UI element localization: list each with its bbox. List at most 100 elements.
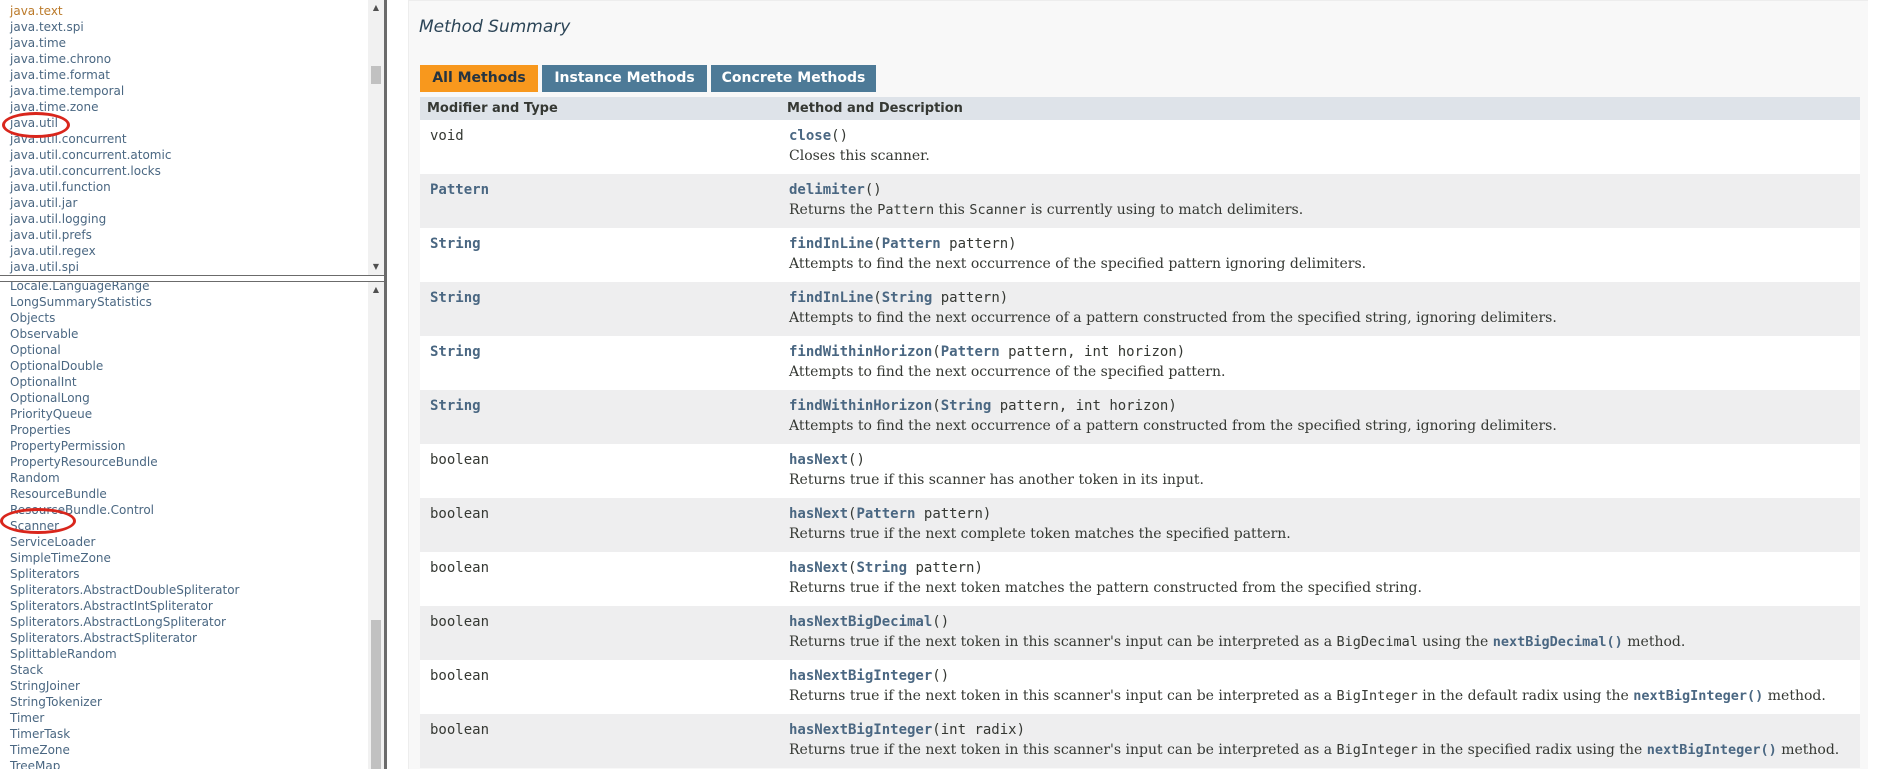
class-link[interactable]: ServiceLoader xyxy=(10,534,239,550)
class-link[interactable]: PropertyPermission xyxy=(10,438,239,454)
class-link[interactable]: OptionalInt xyxy=(10,374,239,390)
tab-instance-methods[interactable]: Instance Methods xyxy=(542,65,707,92)
package-link[interactable]: java.time xyxy=(10,35,171,51)
param-type-link[interactable]: String xyxy=(941,398,992,414)
scroll-up-arrow-icon[interactable]: ▲ xyxy=(368,0,384,16)
param-type-link[interactable]: String xyxy=(856,560,907,576)
package-link[interactable]: java.text.spi xyxy=(10,19,171,35)
class-link[interactable]: OptionalDouble xyxy=(10,358,239,374)
class-link[interactable]: OptionalLong xyxy=(10,390,239,406)
class-link[interactable]: Spliterators xyxy=(10,566,239,582)
method-signature: findInLine(Pattern pattern) xyxy=(789,236,1860,252)
method-name-link[interactable]: findInLine xyxy=(789,236,873,252)
description-text: Closes this scanner. xyxy=(789,148,930,164)
class-link[interactable]: Spliterators.AbstractDoubleSpliterator xyxy=(10,582,239,598)
tab-concrete-methods[interactable]: Concrete Methods xyxy=(711,65,876,92)
package-link[interactable]: java.util.concurrent xyxy=(10,131,171,147)
method-name-link[interactable]: delimiter xyxy=(789,182,865,198)
method-name-link[interactable]: findInLine xyxy=(789,290,873,306)
return-type-link[interactable]: String xyxy=(430,236,780,252)
method-reference-link[interactable]: nextBigInteger() xyxy=(1647,742,1777,758)
class-link[interactable]: ResourceBundle.Control xyxy=(10,502,239,518)
scroll-up-arrow-icon[interactable]: ▲ xyxy=(368,282,384,298)
return-type-link[interactable]: String xyxy=(430,344,780,360)
method-name-link[interactable]: close xyxy=(789,128,831,144)
method-name-link[interactable]: findWithinHorizon xyxy=(789,398,932,414)
class-link[interactable]: SimpleTimeZone xyxy=(10,550,239,566)
class-link[interactable]: Spliterators.AbstractSpliterator xyxy=(10,630,239,646)
main-scrollbar[interactable] xyxy=(1868,0,1877,769)
method-name-link[interactable]: hasNextBigInteger xyxy=(789,668,932,684)
class-link[interactable]: Scanner xyxy=(10,518,239,534)
package-list-scrollbar[interactable]: ▲ ▼ xyxy=(368,0,384,275)
class-link[interactable]: Objects xyxy=(10,310,239,326)
class-link[interactable]: Spliterators.AbstractIntSpliterator xyxy=(10,598,239,614)
package-link[interactable]: java.util.concurrent.atomic xyxy=(10,147,171,163)
class-link[interactable]: Timer xyxy=(10,710,239,726)
param-type-link[interactable]: Pattern xyxy=(941,344,1000,360)
frame-divider[interactable] xyxy=(0,275,384,282)
class-list-scrollbar[interactable]: ▲ xyxy=(368,282,384,769)
method-name-link[interactable]: hasNext xyxy=(789,452,848,468)
package-link[interactable]: java.util xyxy=(10,115,171,131)
class-link[interactable]: Optional xyxy=(10,342,239,358)
package-link[interactable]: java.util.prefs xyxy=(10,227,171,243)
class-link[interactable]: Random xyxy=(10,470,239,486)
class-link[interactable]: SplittableRandom xyxy=(10,646,239,662)
tab-all-methods[interactable]: All Methods xyxy=(420,65,538,92)
class-link[interactable]: LongSummaryStatistics xyxy=(10,294,239,310)
scrollbar-thumb[interactable] xyxy=(371,66,381,84)
class-link[interactable]: PropertyResourceBundle xyxy=(10,454,239,470)
method-name-link[interactable]: hasNextBigInteger xyxy=(789,722,932,738)
package-link[interactable]: java.util.function xyxy=(10,179,171,195)
scrollbar-thumb[interactable] xyxy=(371,620,381,769)
class-link[interactable]: ResourceBundle xyxy=(10,486,239,502)
description-text: Attempts to find the next occurrence of … xyxy=(789,364,1226,380)
method-signature: hasNextBigDecimal() xyxy=(789,614,1860,630)
package-link[interactable]: java.util.concurrent.locks xyxy=(10,163,171,179)
package-link[interactable]: java.util.jar xyxy=(10,195,171,211)
param-type-link[interactable]: String xyxy=(882,290,933,306)
method-summary-title: Method Summary xyxy=(419,17,571,37)
method-description: Returns the Pattern this Scanner is curr… xyxy=(789,202,1860,218)
method-reference-link[interactable]: nextBigDecimal() xyxy=(1493,634,1623,650)
param-type-link[interactable]: Pattern xyxy=(882,236,941,252)
class-link[interactable]: Locale.LanguageRange xyxy=(10,282,239,294)
method-description: Returns true if the next token in this s… xyxy=(789,742,1860,758)
package-link[interactable]: java.util.spi xyxy=(10,259,171,275)
method-name-link[interactable]: hasNextBigDecimal xyxy=(789,614,932,630)
class-link[interactable]: TimerTask xyxy=(10,726,239,742)
class-link[interactable]: Stack xyxy=(10,662,239,678)
class-link[interactable]: StringTokenizer xyxy=(10,694,239,710)
description-text: this xyxy=(934,202,970,218)
package-list: java.text java.text.spi java.time java.time… xyxy=(10,3,171,275)
method-name-link[interactable]: hasNext xyxy=(789,560,848,576)
class-link[interactable]: PriorityQueue xyxy=(10,406,239,422)
modifier-type-cell: String xyxy=(420,228,780,282)
method-description-cell: hasNextBigDecimal() Returns true if the n… xyxy=(780,606,1860,660)
method-signature: findInLine(String pattern) xyxy=(789,290,1860,306)
scroll-down-arrow-icon[interactable]: ▼ xyxy=(368,259,384,275)
class-link[interactable]: TreeMap xyxy=(10,758,239,769)
package-link[interactable]: java.util.logging xyxy=(10,211,171,227)
package-link[interactable]: java.time.temporal xyxy=(10,83,171,99)
package-link[interactable]: java.util.regex xyxy=(10,243,171,259)
description-text: is currently using to match delimiters. xyxy=(1026,202,1304,218)
return-type-link[interactable]: Pattern xyxy=(430,182,780,198)
modifier-type-cell: boolean xyxy=(420,660,780,714)
return-type-link[interactable]: String xyxy=(430,398,780,414)
param-type-link[interactable]: Pattern xyxy=(856,506,915,522)
package-link[interactable]: java.time.format xyxy=(10,67,171,83)
class-link[interactable]: StringJoiner xyxy=(10,678,239,694)
package-link[interactable]: java.time.zone xyxy=(10,99,171,115)
class-link[interactable]: Properties xyxy=(10,422,239,438)
method-name-link[interactable]: findWithinHorizon xyxy=(789,344,932,360)
class-link[interactable]: Observable xyxy=(10,326,239,342)
class-link[interactable]: Spliterators.AbstractLongSpliterator xyxy=(10,614,239,630)
class-link[interactable]: TimeZone xyxy=(10,742,239,758)
method-name-link[interactable]: hasNext xyxy=(789,506,848,522)
package-link[interactable]: java.time.chrono xyxy=(10,51,171,67)
package-link[interactable]: java.text xyxy=(10,3,171,19)
method-reference-link[interactable]: nextBigInteger() xyxy=(1633,688,1763,704)
return-type-link[interactable]: String xyxy=(430,290,780,306)
